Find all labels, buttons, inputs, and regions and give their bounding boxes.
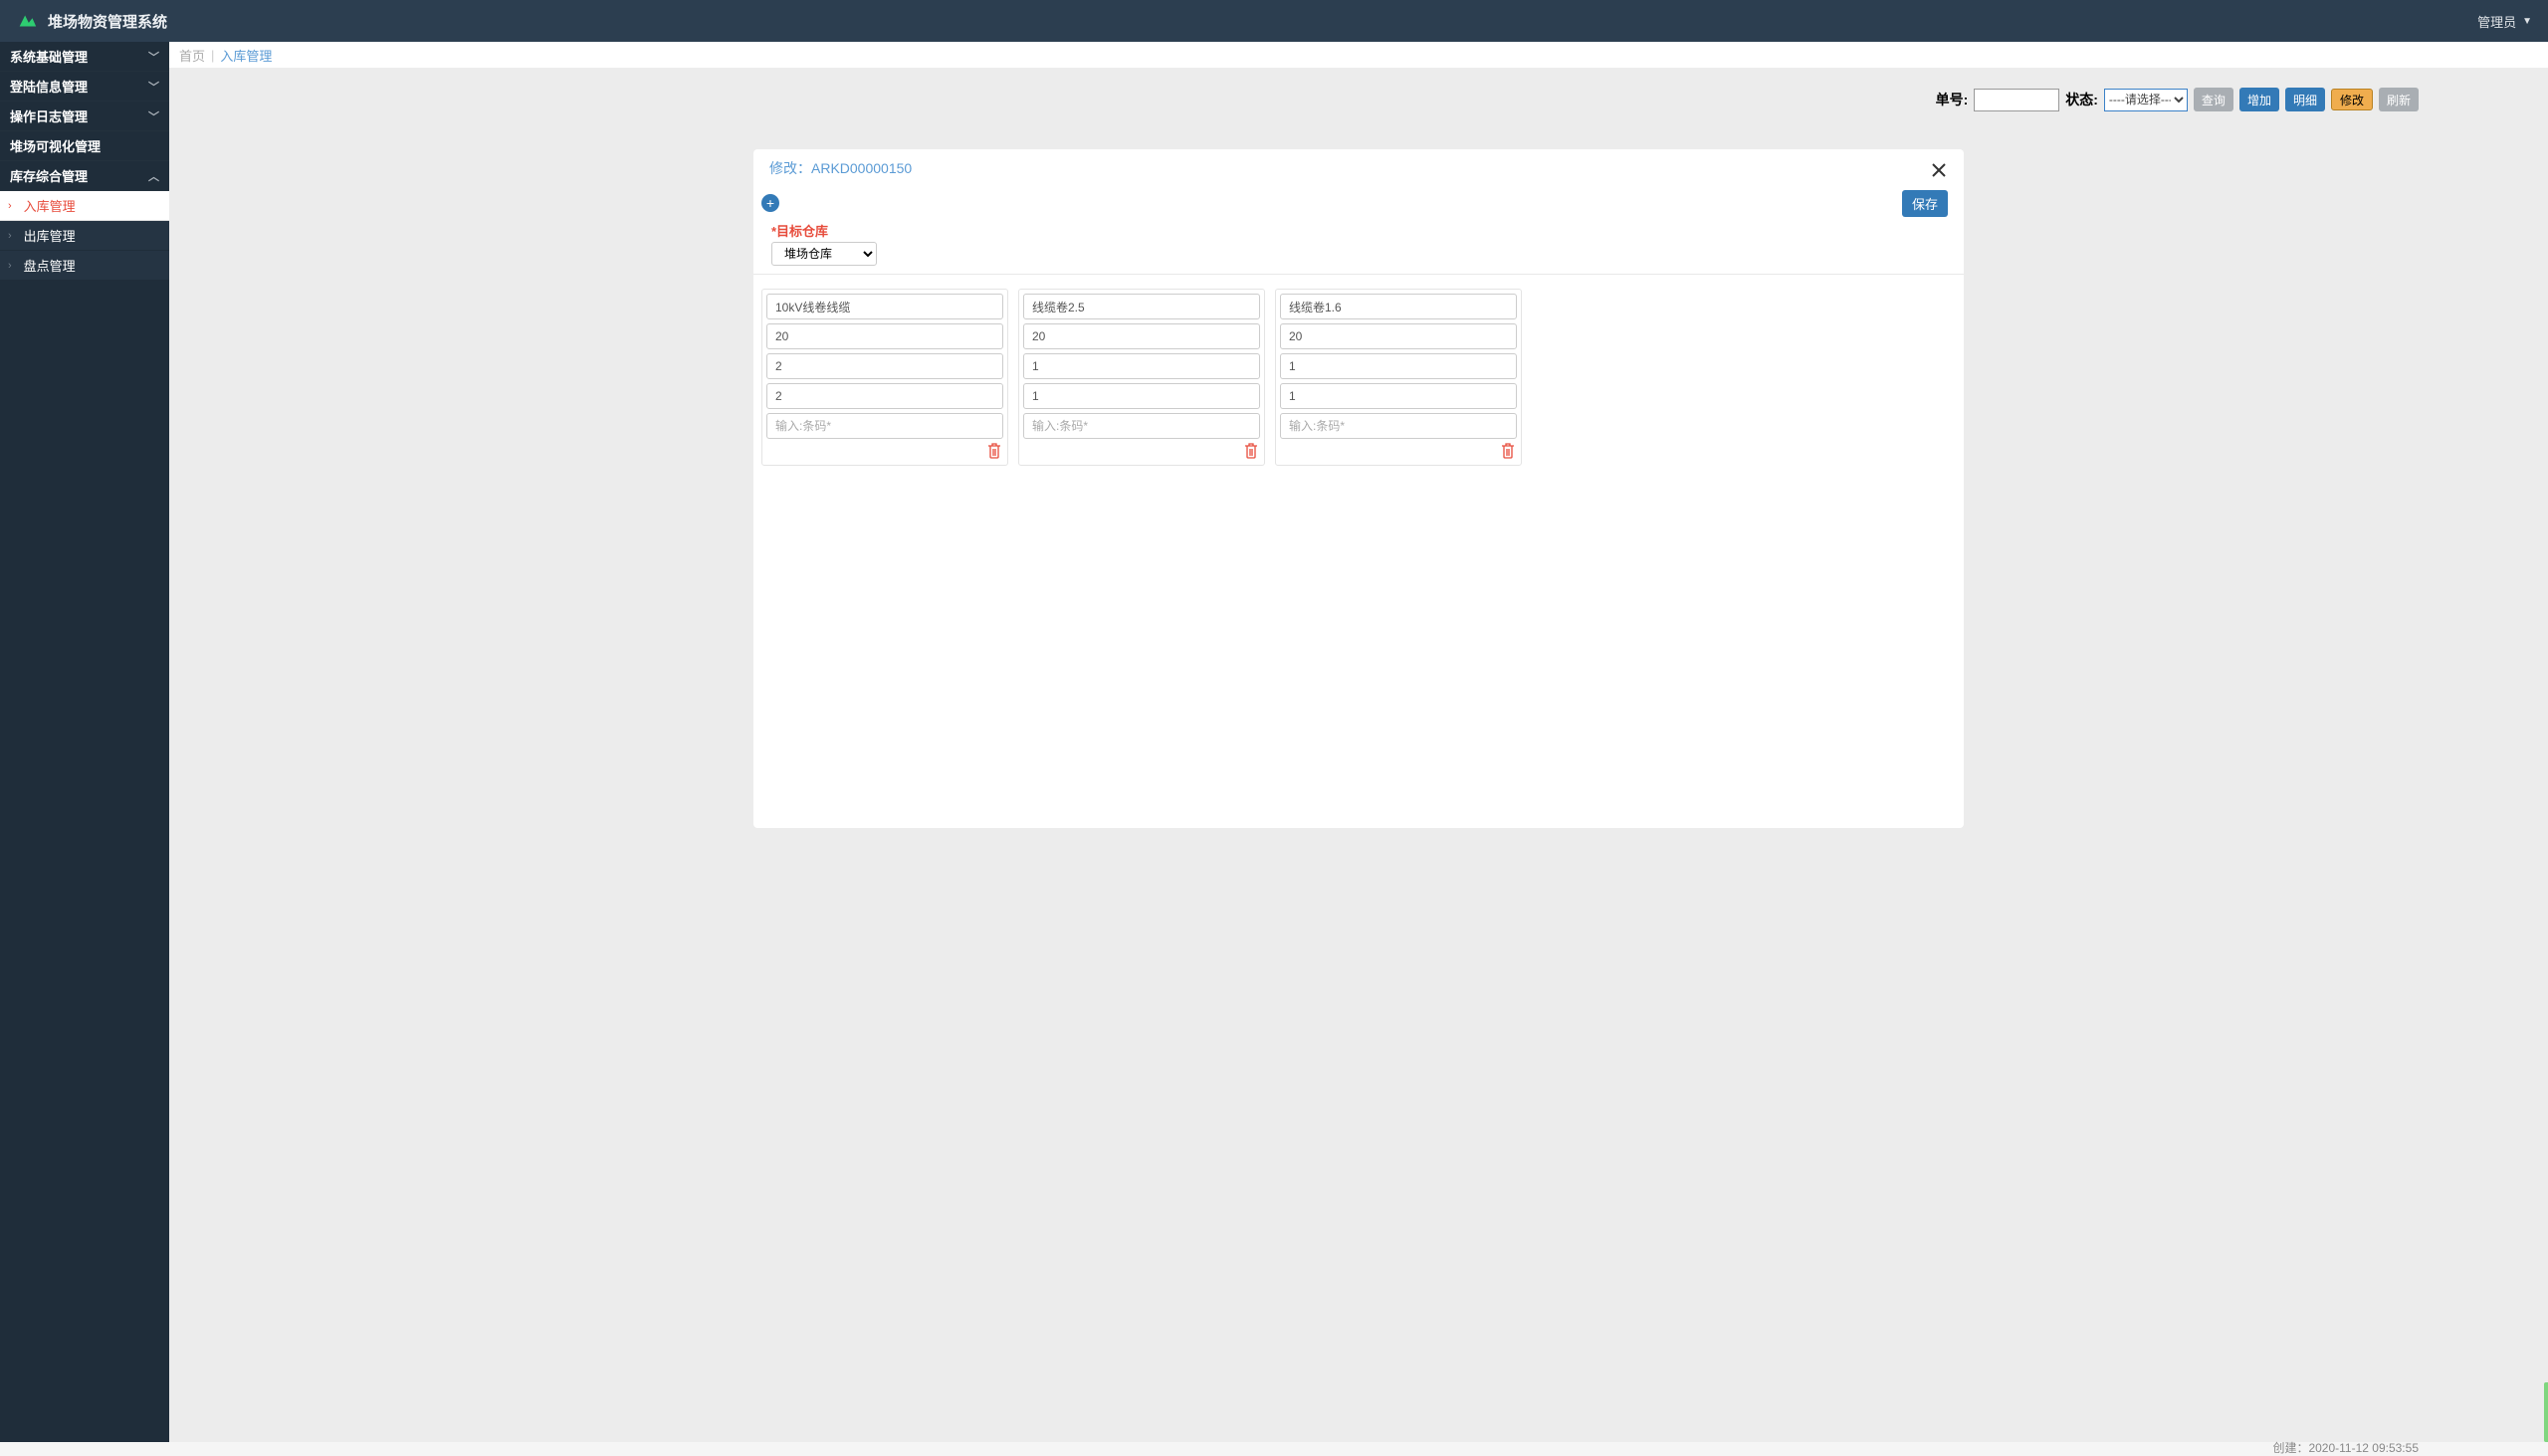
plus-icon: +	[766, 195, 774, 211]
item-name-input[interactable]	[766, 294, 1003, 319]
chevron-down-icon: ▼	[2522, 16, 2532, 27]
target-warehouse-label: *目标仓库	[771, 221, 1948, 240]
modal-overlay: 修改：ARKD00000150 + 保存 *目标仓库 堆场仓库	[169, 94, 2548, 1442]
menu-yard-visual[interactable]: 堆场可视化管理	[0, 131, 169, 161]
modal-toolbar: + 保存	[753, 187, 1964, 217]
modal-header: 修改：ARKD00000150	[753, 149, 1964, 187]
chevron-right-icon: ›	[8, 230, 12, 242]
item-field-3[interactable]	[766, 383, 1003, 409]
menu-system-base[interactable]: 系统基础管理 ﹀	[0, 42, 169, 72]
breadcrumb-sep: |	[211, 48, 214, 63]
breadcrumb: 首页 | 入库管理	[169, 42, 2548, 68]
chevron-up-icon: ︿	[148, 168, 159, 184]
app-title: 堆场物资管理系统	[48, 11, 167, 32]
item-field-3[interactable]	[1280, 383, 1517, 409]
item-field-1[interactable]	[1280, 323, 1517, 349]
menu-login-info[interactable]: 登陆信息管理 ﹀	[0, 72, 169, 102]
close-button[interactable]	[1928, 159, 1950, 181]
breadcrumb-current[interactable]: 入库管理	[220, 46, 272, 65]
app-header: 堆场物资管理系统 管理员 ▼	[0, 0, 2548, 42]
add-row-button[interactable]: +	[761, 194, 779, 212]
modal-title: 修改：ARKD00000150	[769, 158, 912, 178]
menu-label: 堆场可视化管理	[10, 136, 101, 155]
card-footer	[766, 439, 1003, 461]
item-barcode-input[interactable]	[766, 413, 1003, 439]
submenu-stocktake[interactable]: › 盘点管理	[0, 251, 169, 281]
item-name-input[interactable]	[1280, 294, 1517, 319]
item-field-2[interactable]	[1023, 353, 1260, 379]
submenu-inventory: › 入库管理 › 出库管理 › 盘点管理	[0, 191, 169, 281]
submenu-label: 入库管理	[24, 196, 76, 215]
user-menu[interactable]: 管理员 ▼	[2477, 12, 2532, 31]
trash-icon[interactable]	[1244, 443, 1258, 459]
item-barcode-input[interactable]	[1023, 413, 1260, 439]
item-field-1[interactable]	[766, 323, 1003, 349]
trash-icon[interactable]	[1501, 443, 1515, 459]
add-button[interactable]: 增加	[2239, 88, 2279, 111]
menu-inventory[interactable]: 库存综合管理 ︿	[0, 161, 169, 191]
save-button[interactable]: 保存	[1902, 190, 1948, 217]
item-barcode-input[interactable]	[1280, 413, 1517, 439]
sidebar: 系统基础管理 ﹀ 登陆信息管理 ﹀ 操作日志管理 ﹀ 堆场可视化管理 库存综合管…	[0, 42, 169, 1442]
header-left: 堆场物资管理系统	[16, 10, 167, 32]
menu-operation-log[interactable]: 操作日志管理 ﹀	[0, 102, 169, 131]
item-field-1[interactable]	[1023, 323, 1260, 349]
logo-icon	[16, 10, 38, 32]
submenu-inbound[interactable]: › 入库管理	[0, 191, 169, 221]
main-area: 首页 | 入库管理 单号: 状态: ----请选择---- 查询 增加 明细 修…	[169, 42, 2548, 1442]
submenu-label: 盘点管理	[24, 256, 76, 275]
menu-label: 库存综合管理	[10, 166, 88, 185]
scroll-indicator	[2544, 1382, 2548, 1442]
chevron-right-icon: ›	[8, 260, 12, 272]
menu-label: 登陆信息管理	[10, 77, 88, 96]
item-field-3[interactable]	[1023, 383, 1260, 409]
breadcrumb-home[interactable]: 首页	[179, 46, 205, 65]
submenu-label: 出库管理	[24, 226, 76, 245]
filter-bar: 单号: 状态: ----请选择---- 查询 增加 明细 修改 刷新	[169, 68, 2548, 121]
chevron-down-icon: ﹀	[148, 79, 159, 95]
chevron-down-icon: ﹀	[148, 108, 159, 124]
item-field-2[interactable]	[1280, 353, 1517, 379]
trash-icon[interactable]	[987, 443, 1001, 459]
chevron-down-icon: ﹀	[148, 49, 159, 65]
user-name: 管理员	[2477, 12, 2516, 31]
chevron-right-icon: ›	[8, 200, 12, 212]
label-order-no: 单号:	[1936, 90, 1969, 109]
item-card	[761, 289, 1008, 466]
detail-button[interactable]: 明细	[2285, 88, 2325, 111]
target-warehouse-select[interactable]: 堆场仓库	[771, 242, 877, 266]
edit-button[interactable]: 修改	[2331, 89, 2373, 110]
target-warehouse-row: *目标仓库 堆场仓库	[753, 217, 1964, 274]
item-name-input[interactable]	[1023, 294, 1260, 319]
close-icon	[1931, 162, 1947, 178]
menu-label: 系统基础管理	[10, 47, 88, 66]
refresh-button[interactable]: 刷新	[2379, 88, 2419, 111]
item-card	[1275, 289, 1522, 466]
content-background: 单号: 状态: ----请选择---- 查询 增加 明细 修改 刷新 创建：20…	[169, 68, 2548, 1442]
item-cards-row	[753, 275, 1964, 480]
item-field-2[interactable]	[766, 353, 1003, 379]
input-order-no[interactable]	[1974, 89, 2059, 111]
menu-label: 操作日志管理	[10, 106, 88, 125]
select-status[interactable]: ----请选择----	[2104, 89, 2188, 111]
edit-modal: 修改：ARKD00000150 + 保存 *目标仓库 堆场仓库	[753, 149, 1964, 828]
card-footer	[1280, 439, 1517, 461]
card-footer	[1023, 439, 1260, 461]
label-status: 状态:	[2065, 90, 2098, 109]
submenu-outbound[interactable]: › 出库管理	[0, 221, 169, 251]
query-button[interactable]: 查询	[2194, 88, 2233, 111]
item-card	[1018, 289, 1265, 466]
